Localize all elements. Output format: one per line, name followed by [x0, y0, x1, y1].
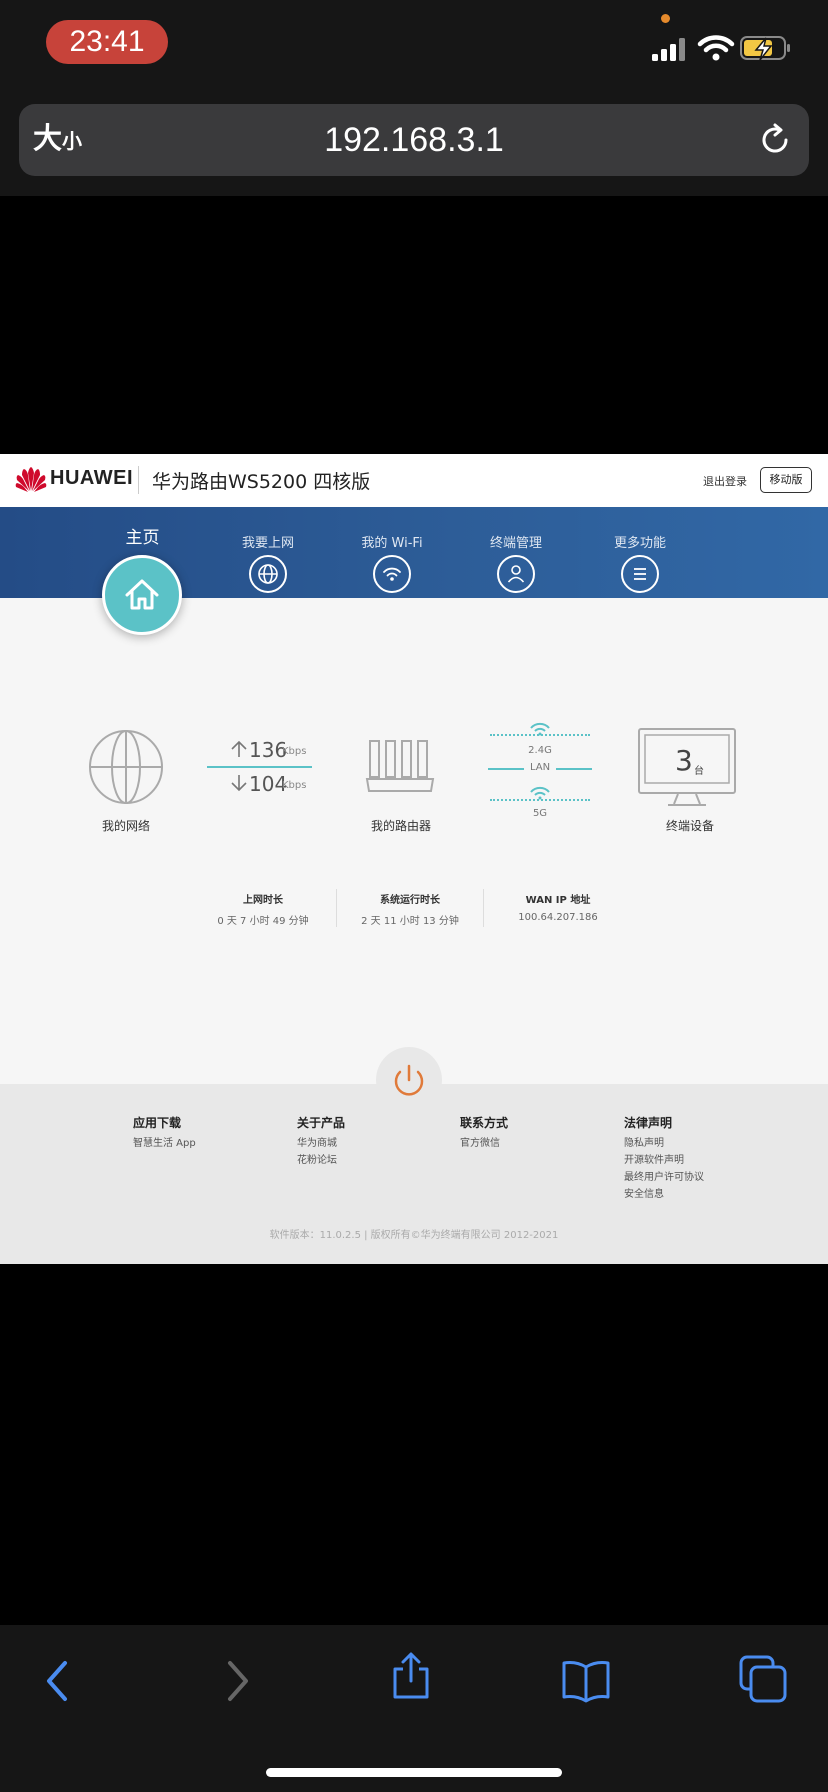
band-24-label: 2.4G [528, 745, 552, 756]
download-arrow-icon [231, 775, 247, 792]
footer-col-title: 应用下载 [133, 1116, 182, 1130]
footer-link[interactable]: 最终用户许可协议 [624, 1168, 704, 1183]
copyright-text: 软件版本：11.0.2.5 | 版权所有©华为终端有限公司 2012-2021 [269, 1230, 559, 1241]
forward-icon[interactable] [210, 1655, 262, 1707]
home-indicator[interactable] [266, 1768, 562, 1777]
lan-line-right [556, 768, 592, 770]
footer-col-title: 关于产品 [297, 1116, 346, 1130]
logout-link[interactable]: 退出登录 [703, 473, 747, 489]
nav-home-label[interactable]: 主页 [95, 523, 190, 548]
footer-col-title: 法律声明 [624, 1116, 673, 1130]
footer-link[interactable]: 官方微信 [460, 1134, 500, 1149]
nav-item-label: 我的 Wi-Fi [361, 536, 423, 551]
wan-ip-label: WAN IP 地址 [525, 895, 591, 906]
nav-item-label: 终端管理 [489, 536, 542, 551]
bookmarks-icon[interactable] [560, 1655, 612, 1707]
privacy-indicator-dot [661, 14, 670, 23]
menu-icon [621, 555, 659, 593]
wifi-icon [373, 555, 411, 593]
back-icon[interactable] [33, 1655, 85, 1707]
download-speed-unit: Kbps [282, 780, 307, 791]
router-icon [365, 740, 435, 792]
cellular-signal-icon [652, 38, 685, 61]
home-icon [125, 579, 159, 610]
globe-icon [249, 555, 287, 593]
huawei-logo-icon [15, 467, 47, 492]
my-router-label: 我的路由器 [370, 819, 431, 833]
header-divider [138, 466, 139, 494]
power-button[interactable] [376, 1047, 442, 1113]
speed-divider [207, 766, 312, 768]
mobile-version-button[interactable]: 移动版 [760, 467, 812, 493]
footer-col-title: 联系方式 [460, 1116, 509, 1130]
browser-toolbar [0, 1625, 828, 1792]
footer-link[interactable]: 华为商城 [297, 1134, 337, 1149]
wan-ip-value: 100.64.207.186 [518, 912, 598, 923]
share-icon[interactable] [385, 1651, 437, 1703]
upload-arrow-icon [231, 740, 247, 757]
footer-link[interactable]: 花粉论坛 [297, 1151, 337, 1166]
product-title: 华为路由WS5200 四核版 [152, 471, 371, 493]
tabs-icon[interactable] [737, 1653, 789, 1705]
reload-icon[interactable] [757, 122, 793, 158]
footer-link[interactable]: 开源软件声明 [624, 1151, 684, 1166]
address-bar[interactable]: 大小 192.168.3.1 [19, 104, 809, 176]
wifi-status-icon [697, 35, 735, 61]
brand-wordmark: HUAWEI [50, 467, 133, 489]
nav-item-label: 更多功能 [613, 536, 666, 551]
battery-charging-icon [740, 36, 790, 61]
upload-speed-unit: Kbps [282, 746, 307, 757]
wifi-24-icon [530, 722, 550, 736]
url-text[interactable]: 192.168.3.1 [19, 116, 809, 164]
page-header: HUAWEI 华为路由WS5200 四核版 退出登录 移动版 [0, 454, 828, 507]
wifi-5g-icon [530, 786, 550, 800]
status-time: 23:41 [46, 20, 168, 64]
stats-divider [483, 889, 484, 927]
footer-link[interactable]: 隐私声明 [624, 1134, 664, 1149]
footer-link[interactable]: 智慧生活 App [133, 1134, 196, 1149]
router-web-page: HUAWEI 华为路由WS5200 四核版 退出登录 移动版 主页 我要上网 我… [0, 454, 828, 1264]
uptime-label: 系统运行时长 [380, 895, 440, 906]
home-button[interactable] [102, 555, 182, 635]
power-icon [394, 1064, 424, 1096]
my-network-label: 我的网络 [101, 819, 150, 833]
network-globe-icon [89, 730, 163, 804]
online-duration-label: 上网时长 [243, 895, 283, 906]
browser-address-area: 大小 192.168.3.1 [0, 96, 828, 196]
nav-item-label: 我要上网 [241, 536, 294, 551]
device-count-unit: 台 [694, 766, 704, 777]
person-icon [497, 555, 535, 593]
online-duration-value: 0 天 7 小时 49 分钟 [217, 916, 309, 927]
uptime-value: 2 天 11 小时 13 分钟 [361, 916, 459, 927]
device-count: 3 [675, 744, 693, 777]
devices-label: 终端设备 [665, 819, 714, 833]
stats-divider [336, 889, 337, 927]
status-bar: 23:41 [0, 0, 828, 96]
footer-link[interactable]: 安全信息 [624, 1185, 664, 1200]
band-5-label: 5G [532, 808, 548, 819]
